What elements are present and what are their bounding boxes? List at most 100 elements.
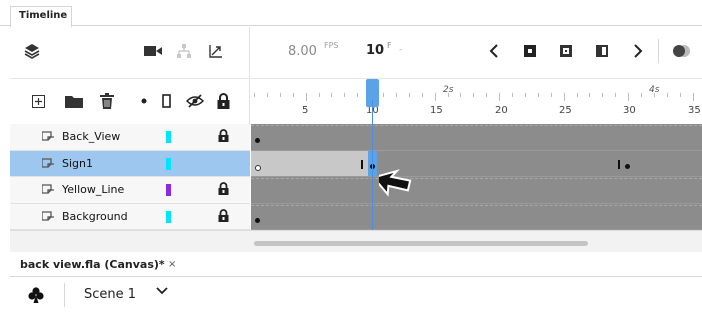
layer-color-chip[interactable] <box>166 210 171 223</box>
frame-span <box>251 150 369 177</box>
panel-tabbar: Timeline <box>0 0 702 27</box>
ruler-tick <box>473 93 475 97</box>
frame-ruler[interactable]: 2s 4s 5 10 15 20 25 30 35 <box>251 78 702 124</box>
ruler-tick <box>666 93 668 97</box>
frame-track-background[interactable] <box>251 203 702 230</box>
frame-track-back-view[interactable] <box>251 124 702 151</box>
layer-color-chip[interactable] <box>166 184 171 196</box>
ruler-tick <box>589 93 591 97</box>
timeline-header-left <box>10 27 250 77</box>
ruler-tick <box>434 93 436 101</box>
span-end-marker <box>361 159 363 169</box>
frame-number: 35 <box>688 105 701 116</box>
layer-color-chip[interactable] <box>166 131 171 143</box>
document-tab[interactable]: back view.fla (Canvas)* <box>20 258 165 271</box>
layer-icon <box>41 184 54 196</box>
timeline-tab[interactable]: Timeline <box>10 6 72 27</box>
ruler-tick <box>460 93 462 97</box>
layer-row-background[interactable]: Background <box>10 203 250 230</box>
graph-icon[interactable] <box>206 41 226 61</box>
ruler-tick <box>447 93 449 97</box>
frame-grid-line <box>251 125 702 126</box>
onion-skin-icon[interactable] <box>592 41 612 61</box>
scene-bar: Scene 1 <box>10 277 702 313</box>
ruler-tick <box>628 93 630 101</box>
current-frame-value[interactable]: 10 <box>366 43 384 58</box>
chevron-down-icon[interactable] <box>156 285 168 300</box>
ruler-tick <box>395 93 397 97</box>
next-frame-icon[interactable] <box>628 41 648 61</box>
ruler-tick <box>408 93 410 97</box>
keyframe[interactable] <box>255 138 260 143</box>
layer-tools <box>10 78 250 124</box>
ruler-tick <box>344 93 346 97</box>
frame-number: 20 <box>495 105 508 116</box>
playhead-line <box>372 100 373 235</box>
ruler-tick <box>692 93 694 101</box>
ruler-tick <box>266 93 268 97</box>
frame-grid-line <box>251 178 702 179</box>
lock-icon[interactable] <box>218 129 229 145</box>
fps-value[interactable]: 8.00 <box>288 44 317 59</box>
frame-track-yellow-line[interactable] <box>251 177 702 204</box>
frame-track-sign1[interactable] <box>251 150 702 177</box>
ruler-tick <box>537 93 539 97</box>
ruler-tick <box>524 93 526 97</box>
fps-unit: FPS <box>324 41 339 50</box>
ruler-tick <box>653 93 655 97</box>
layer-name: Back_View <box>62 130 121 143</box>
frame-number: 15 <box>430 105 443 116</box>
ruler-tick <box>383 93 384 97</box>
layer-row-back-view[interactable]: Back_View <box>10 124 250 151</box>
ruler-tick <box>305 93 307 101</box>
visibility-hidden-icon[interactable] <box>184 92 206 110</box>
frame-tracks <box>251 124 702 230</box>
outline-icon[interactable] <box>158 92 174 110</box>
layer-name: Background <box>62 209 128 223</box>
toolbar-divider <box>658 39 659 63</box>
layer-row-sign1[interactable]: Sign1 <box>10 150 250 177</box>
keyframe[interactable] <box>255 217 260 223</box>
ruler-tick <box>421 93 423 97</box>
keyframe[interactable] <box>625 163 630 169</box>
club-icon[interactable] <box>26 285 46 305</box>
layer-color-chip[interactable] <box>166 157 171 170</box>
close-tab-icon[interactable]: × <box>168 259 176 270</box>
layers-stack-icon[interactable] <box>22 41 42 61</box>
ruler-tick <box>292 93 294 97</box>
layer-icon <box>41 157 54 170</box>
stop-icon[interactable] <box>520 41 540 61</box>
layer-row-yellow-line[interactable]: Yellow_Line <box>10 177 250 204</box>
ruler-tick <box>254 93 255 97</box>
ruler-tick <box>331 93 333 97</box>
frame-number: 30 <box>623 105 636 116</box>
blank-keyframe[interactable] <box>255 164 261 171</box>
lock-icon[interactable] <box>218 208 229 225</box>
lock-all-icon[interactable] <box>214 91 232 111</box>
ruler-tick <box>486 93 488 97</box>
ruler-tick <box>615 93 617 97</box>
delete-layer-icon[interactable] <box>98 91 116 111</box>
layer-name: Yellow_Line <box>62 183 125 196</box>
ruler-tick <box>318 93 320 97</box>
previous-frame-icon[interactable] <box>484 41 504 61</box>
scene-divider <box>64 283 65 307</box>
parenting-icon[interactable] <box>174 41 194 61</box>
span-end-marker <box>618 159 620 169</box>
expand-icon[interactable] <box>30 93 46 109</box>
new-folder-icon[interactable] <box>64 92 84 110</box>
ruler-tick <box>641 93 642 97</box>
layer-name: Sign1 <box>62 156 93 170</box>
ruler-tick <box>279 93 281 97</box>
cursor-arrow-icon <box>371 164 419 207</box>
tweening-icon[interactable] <box>670 41 694 61</box>
ruler-tick <box>576 93 578 97</box>
scene-name[interactable]: Scene 1 <box>84 287 136 302</box>
camera-icon[interactable] <box>142 41 164 61</box>
highlight-dot-icon[interactable] <box>136 93 152 109</box>
frame-suffix: - <box>399 45 403 55</box>
lock-icon[interactable] <box>218 182 229 198</box>
loop-icon[interactable] <box>556 41 576 61</box>
horizontal-scrollbar[interactable] <box>254 241 588 246</box>
frame-grid-line <box>251 204 702 206</box>
